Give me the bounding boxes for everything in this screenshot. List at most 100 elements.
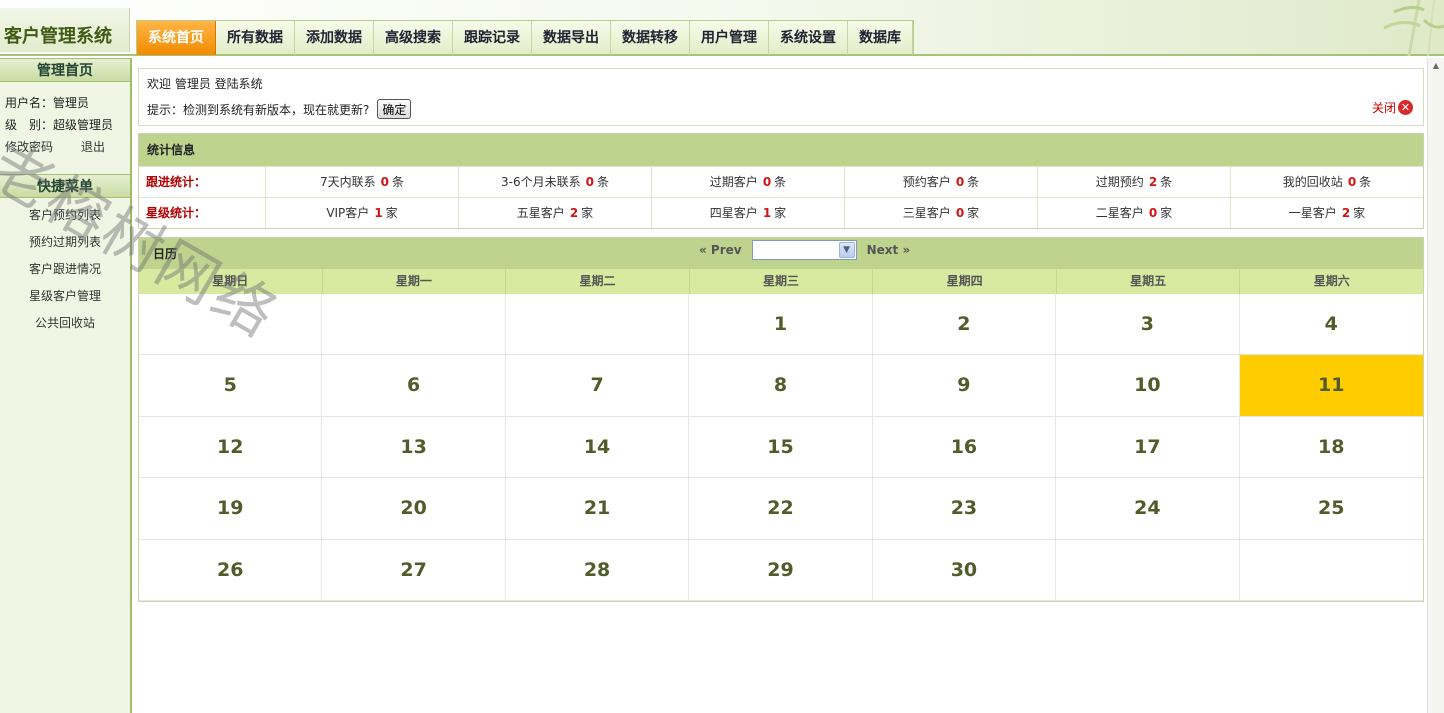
nav-tab-8[interactable]: 系统设置 [769,21,848,55]
stat-name: 一星客户 [1288,206,1337,220]
weekday-header: 星期日 星期一 星期二 星期三 星期四 星期五 星期六 [139,269,1423,294]
notice-panel: 欢迎 管理员 登陆系统 提示：检测到系统有新版本，现在就更新? 确定 关闭 ✕ [138,68,1424,126]
calendar-day[interactable]: 1 [689,294,873,356]
stat-unit: 条 [391,175,404,189]
calendar-day[interactable]: 4 [1239,294,1423,356]
nav-tab-3[interactable]: 高级搜索 [374,21,453,55]
weekday-label: 星期四 [873,269,1057,294]
stat-unit: 条 [967,175,980,189]
calendar-day[interactable]: 24 [1056,478,1240,540]
nav-tab-4[interactable]: 跟踪记录 [453,21,532,55]
sidebar-menu-item[interactable]: 星级客户管理 [0,283,130,310]
calendar-day[interactable]: 20 [322,478,506,540]
stat-value: 2 [1148,175,1158,189]
calendar-day[interactable]: 29 [689,539,873,601]
calendar-day[interactable]: 5 [139,355,323,417]
calendar-empty-cell [1056,539,1240,601]
welcome-text: 欢迎 管理员 登陆系统 [147,77,263,91]
stat-value: 0 [762,175,772,189]
calendar-day[interactable]: 17 [1056,416,1240,479]
stats-title: 统计信息 [139,134,1423,166]
stats-cell[interactable]: 过期客户 0 条 [652,167,845,197]
stat-unit: 家 [1353,206,1366,220]
calendar-day[interactable]: 27 [322,539,506,601]
calendar-day[interactable]: 7 [505,355,690,417]
weekday-label: 星期一 [323,269,507,294]
day-grid: 1 2 3 4 5 6 7 8 9 10 11 12 13 14 15 16 17 18 19 20 21 22 23 24 2… [139,294,1423,601]
calendar-day[interactable]: 6 [322,355,506,417]
stats-cell[interactable]: VIP客户 1 家 [266,198,459,228]
change-password-link[interactable]: 修改密码 [5,140,53,154]
close-icon: ✕ [1398,100,1413,115]
weekday-label: 星期日 [139,269,323,294]
stats-cell[interactable]: 过期预约 2 条 [1038,167,1231,197]
calendar-empty-cell [1239,540,1423,601]
nav-tab-0[interactable]: 系统首页 [137,21,216,55]
username: 用户名：管理员 [5,96,90,110]
scroll-up-icon[interactable]: ▲ [1428,58,1444,74]
nav-tab-9[interactable]: 数据库 [848,21,913,55]
weekday-label: 星期五 [1057,269,1241,294]
calendar-day[interactable]: 23 [872,478,1057,540]
user-level: 级 别：超级管理员 [5,118,114,132]
calendar-day[interactable]: 30 [872,539,1057,601]
logout-link[interactable]: 退出 [81,140,105,154]
stats-cell[interactable]: 7天内联系 0 条 [266,167,459,197]
calendar-day[interactable]: 8 [689,355,873,417]
user-info: 用户名：管理员 级 别：超级管理员 修改密码 退出 [0,82,130,164]
stats-cell[interactable]: 五星客户 2 家 [459,198,652,228]
nav-tab-1[interactable]: 所有数据 [216,21,295,55]
stat-name: VIP客户 [326,206,370,220]
stats-cell[interactable]: 我的回收站 0 条 [1231,167,1423,197]
month-select[interactable]: ▼ [751,240,857,260]
calendar-day[interactable]: 2 [872,294,1057,356]
weekday-label: 星期二 [506,269,690,294]
calendar-day[interactable]: 12 [139,416,323,479]
stat-unit: 家 [967,206,980,220]
nav-tab-6[interactable]: 数据转移 [611,21,690,55]
stat-unit: 家 [581,206,594,220]
next-month-link[interactable]: Next » [867,243,911,257]
calendar-day[interactable]: 18 [1239,417,1423,479]
close-button[interactable]: 关闭 ✕ [1372,99,1413,116]
calendar-day[interactable]: 14 [505,416,690,479]
calendar-day[interactable]: 16 [872,416,1057,479]
calendar-title: 日历 [153,247,178,261]
stats-cell[interactable]: 三星客户 0 家 [845,198,1038,228]
prev-month-link[interactable]: « Prev [699,243,742,257]
calendar-day[interactable]: 25 [1239,478,1423,540]
bamboo-decoration [1324,0,1444,56]
stat-value: 0 [955,206,965,220]
calendar-day[interactable]: 19 [139,478,323,540]
sidebar-menu-item[interactable]: 客户跟进情况 [0,256,130,283]
calendar-empty-cell [139,294,323,356]
stats-cell[interactable]: 预约客户 0 条 [845,167,1038,197]
calendar-day[interactable]: 26 [139,539,323,601]
sidebar-menu-item[interactable]: 客户预约列表 [0,202,130,229]
stats-cell[interactable]: 四星客户 1 家 [652,198,845,228]
vertical-scrollbar[interactable]: ▲ [1427,58,1444,713]
chevron-down-icon: ▼ [838,242,855,258]
confirm-update-button[interactable]: 确定 [377,99,412,119]
nav-tab-7[interactable]: 用户管理 [690,21,769,55]
calendar-day[interactable]: 28 [505,539,690,601]
nav-tab-2[interactable]: 添加数据 [295,21,374,55]
nav-tab-5[interactable]: 数据导出 [532,21,611,55]
calendar-day[interactable]: 11 [1239,355,1423,417]
stats-cell[interactable]: 一星客户 2 家 [1231,198,1423,228]
calendar-day[interactable]: 22 [689,478,873,540]
header: 客户管理系统 系统首页 所有数据 添加数据 高级搜索 跟踪记录 数据导出 数据转移 用户管理系… [0,0,1444,56]
stats-cell[interactable]: 二星客户 0 家 [1038,198,1231,228]
stat-name: 五星客户 [516,206,565,220]
stat-name: 三星客户 [902,206,951,220]
stats-cell[interactable]: 3-6个月未联系 0 条 [459,167,652,197]
calendar-day[interactable]: 10 [1056,355,1240,417]
sidebar-menu-item[interactable]: 公共回收站 [0,310,130,337]
calendar-day[interactable]: 3 [1056,294,1240,356]
calendar-day[interactable]: 15 [689,416,873,479]
sidebar-title: 管理首页 [0,58,130,82]
calendar-day[interactable]: 21 [505,478,690,540]
calendar-day[interactable]: 9 [872,355,1057,417]
calendar-day[interactable]: 13 [322,416,506,479]
sidebar-menu-item[interactable]: 预约过期列表 [0,229,130,256]
